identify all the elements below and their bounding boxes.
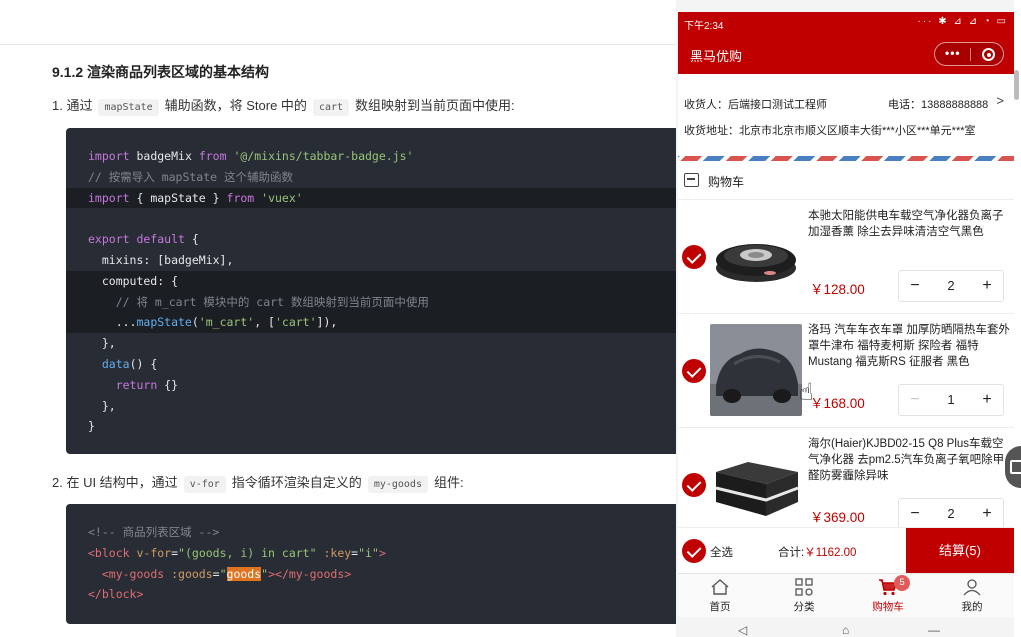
code-line: computed: { — [66, 270, 676, 292]
goods-price: ￥168.00 — [810, 396, 865, 411]
code-line: return {} — [115, 377, 179, 392]
cart-title-row: 购物车 — [678, 162, 1014, 200]
document-panel: 9.1.2 渲染商品列表区域的基本结构 1. 通过 mapState 辅助函数，将 … — [0, 0, 676, 637]
code-line: export default { — [88, 232, 199, 247]
code-line: }, — [88, 398, 116, 413]
minus-button[interactable]: − — [899, 271, 931, 301]
close-target-icon[interactable] — [982, 48, 995, 61]
goods-name: 海尔(Haier)KJBD02-15 Q8 Plus车载空气净化器 去pm2.5… — [808, 438, 1005, 482]
plus-button[interactable]: + — [971, 271, 1003, 301]
search-highlight: goods — [226, 566, 262, 581]
menu-nav-icon[interactable]: — — [928, 623, 940, 637]
goods-price: ￥369.00 — [810, 510, 865, 525]
settle-bar: 全选 合计:￥1162.00 结算(5) — [678, 527, 1014, 574]
top-divider — [0, 44, 676, 45]
item-checkbox[interactable] — [682, 473, 706, 497]
car-cover-image — [710, 324, 802, 416]
inline-code: v-for — [183, 476, 226, 493]
cart-badge: 5 — [894, 575, 910, 591]
step-1-text: 1. 通过 mapState 辅助函数，将 Store 中的 cart 数组映射到当前页… — [52, 95, 515, 116]
cart-item: 洛玛 汽车车衣车罩 加厚防晒隔热车套外罩牛津布 福特麦柯斯 探险者 福特Must… — [678, 314, 1014, 428]
plus-button[interactable]: + — [971, 499, 1003, 529]
code-line: import badgeMix from '@/mixins/tabbar-ba… — [88, 149, 414, 163]
page-title: 黑马优购 — [690, 49, 743, 64]
tab-my[interactable]: 我的 — [930, 574, 1014, 618]
total-amount: 合计:￥1162.00 — [778, 547, 857, 559]
code-line: ...mapState('m_cart', ['cart']), — [66, 312, 676, 334]
goods-name: 本驰太阳能供电车载空气净化器负离子加湿香薰 除尘去异味清洁空气黑色 — [808, 210, 1004, 238]
goods-name: 洛玛 汽车车衣车罩 加厚防晒隔热车套外罩牛津布 福特麦柯斯 探险者 福特Must… — [808, 324, 1010, 368]
cart-title: 购物车 — [708, 175, 745, 189]
cart-item: 海尔(Haier)KJBD02-15 Q8 Plus车载空气净化器 去pm2.5… — [678, 428, 1014, 542]
quantity-stepper[interactable]: − 1 + — [898, 384, 1004, 416]
status-bar: 下午2:34 ··· ✱ ⊿ ⊿ ◔ ▭ — [678, 12, 1014, 34]
code-block-2[interactable]: <!-- 商品列表区域 --> <block v-for="(goods, i)… — [66, 504, 676, 624]
quantity-value[interactable]: 2 — [931, 499, 971, 529]
phone-simulator: 下午2:34 ··· ✱ ⊿ ⊿ ◔ ▭ 黑马优购 ••• 收货人：后端接口测试… — [676, 0, 1021, 637]
code-line: <my-goods :goods="goods"></my-goods> — [101, 566, 352, 581]
tab-category[interactable]: 分类 — [762, 574, 846, 618]
select-all-label[interactable]: 全选 — [710, 544, 733, 560]
home-icon — [711, 579, 729, 595]
air-purifier-image — [710, 210, 802, 302]
status-time: 下午2:34 — [684, 21, 724, 32]
system-nav-bar: ◁ ⌂ — — [678, 617, 1014, 637]
address-box[interactable]: 收货人：后端接口测试工程师 电话：13888888888 > 收货地址：北京市北… — [678, 74, 1014, 162]
code-line: // 按需导入 mapState 这个辅助函数 — [88, 169, 294, 184]
user-icon — [963, 579, 981, 596]
scrollbar-thumb[interactable] — [1014, 70, 1019, 100]
plus-button[interactable]: + — [971, 385, 1003, 415]
tab-bar: 首页 分类 5 购物车 我的 — [678, 573, 1014, 617]
goods-image[interactable] — [710, 438, 802, 530]
settle-button[interactable]: 结算(5) — [906, 528, 1014, 574]
inline-code: mapState — [98, 99, 159, 116]
category-icon — [795, 578, 813, 596]
receiver: 收货人：后端接口测试工程师 — [684, 99, 827, 111]
status-icons: ··· ✱ ⊿ ⊿ ◔ ▭ — [917, 16, 1008, 27]
code-line: <!-- 商品列表区域 --> — [88, 525, 220, 539]
select-all-checkbox[interactable] — [682, 539, 706, 563]
goods-price: ￥128.00 — [810, 282, 865, 297]
code-block-1[interactable]: import badgeMix from '@/mixins/tabbar-ba… — [66, 128, 676, 454]
shop-icon — [684, 173, 699, 187]
code-line: mixins: [badgeMix], — [88, 252, 234, 267]
quantity-stepper[interactable]: − 2 + — [898, 498, 1004, 530]
quantity-value[interactable]: 2 — [931, 271, 971, 301]
code-line: // 将 m_cart 模块中的 cart 数组映射到当前页面中使用 — [66, 291, 676, 313]
code-line: <block v-for="(goods, i) in cart" :key="… — [88, 545, 386, 560]
quantity-stepper[interactable]: − 2 + — [898, 270, 1004, 302]
quantity-value[interactable]: 1 — [931, 385, 971, 415]
mini-program-capsule[interactable]: ••• — [934, 42, 1004, 66]
inline-code: cart — [312, 99, 350, 116]
receiver-phone: 电话：13888888888 — [888, 99, 989, 111]
haier-purifier-image — [710, 438, 802, 530]
nav-bar: 黑马优购 ••• — [678, 34, 1014, 74]
minus-button[interactable]: − — [899, 499, 931, 529]
back-icon[interactable]: ◁ — [738, 623, 747, 637]
code-line: } — [88, 419, 95, 434]
item-checkbox[interactable] — [682, 359, 706, 383]
code-line: data() { — [101, 356, 158, 371]
hand-cursor-icon: ☝ — [799, 379, 814, 406]
goods-image[interactable] — [710, 210, 802, 302]
cart-item: 本驰太阳能供电车载空气净化器负离子加湿香薰 除尘去异味清洁空气黑色 ￥128.0… — [678, 200, 1014, 314]
home-nav-icon[interactable]: ⌂ — [842, 623, 849, 637]
more-icon[interactable]: ••• — [945, 46, 961, 60]
receiver-address: 收货地址：北京市北京市顺义区顺丰大街***小区***单元***室 — [684, 125, 976, 137]
chevron-right-icon[interactable]: > — [996, 93, 1004, 108]
code-line: }, — [88, 336, 116, 351]
address-border — [678, 156, 1014, 161]
code-line: import { mapState } from 'vuex' — [66, 187, 676, 209]
code-line: </block> — [88, 587, 144, 602]
item-checkbox[interactable] — [682, 245, 706, 269]
tab-home[interactable]: 首页 — [678, 574, 762, 618]
goods-image[interactable] — [710, 324, 802, 416]
section-heading: 9.1.2 渲染商品列表区域的基本结构 — [52, 64, 270, 80]
inline-code: my-goods — [367, 476, 428, 493]
tab-cart[interactable]: 5 购物车 — [846, 574, 930, 618]
floating-tool-icon[interactable] — [1005, 446, 1021, 488]
minus-button[interactable]: − — [899, 385, 931, 415]
step-2-text: 2. 在 UI 结构中，通过 v-for 指令循环渲染自定义的 my-goods 组件: — [52, 472, 464, 493]
